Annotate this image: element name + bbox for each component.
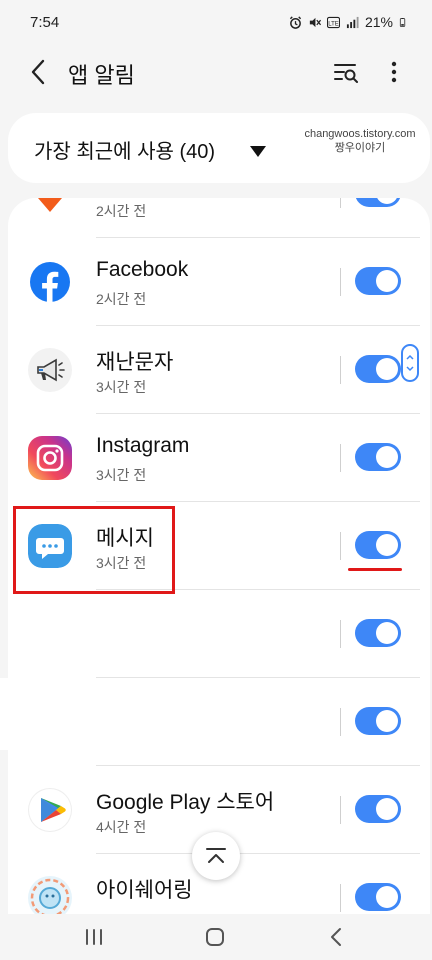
watermark-name: 짱우이야기 [334, 142, 386, 154]
navigation-bar [0, 914, 432, 960]
scroll-to-top-icon [206, 848, 226, 863]
toggle-knob [376, 534, 398, 556]
app-icon-partial [28, 198, 72, 216]
app-time: 2시간 전 [96, 291, 147, 307]
recents-icon [86, 929, 102, 945]
row-divider [340, 444, 341, 472]
row-divider [340, 708, 341, 736]
sort-selector[interactable]: 가장 최근에 사용 (40) changwoos.tistory.com 짱우이… [8, 113, 430, 183]
more-vert-icon [391, 61, 397, 83]
list-item-emergency-alerts[interactable]: 재난문자 3시간 전 [8, 326, 430, 414]
filter-search-icon [334, 64, 358, 83]
more-options-button[interactable] [380, 56, 408, 88]
app-name: Google Play 스토어 [96, 791, 275, 814]
row-divider [340, 198, 341, 208]
battery-percent: 21% [364, 14, 393, 30]
sort-label: 가장 최근에 사용 (40) [34, 141, 216, 163]
toggle-knob [376, 270, 398, 292]
app-name: Instagram [96, 434, 190, 457]
row-divider [340, 268, 341, 296]
home-button[interactable] [195, 923, 235, 951]
notification-toggle[interactable] [355, 795, 401, 823]
app-time: 3시간 전 [96, 467, 147, 483]
toggle-knob [376, 622, 398, 644]
notification-toggle[interactable] [355, 883, 401, 911]
app-time: 2시간 전 [96, 203, 147, 219]
toggle-knob [376, 446, 398, 468]
back-button[interactable] [22, 56, 54, 88]
recents-button[interactable] [74, 923, 114, 951]
notification-toggle[interactable] [355, 267, 401, 295]
notification-toggle[interactable] [355, 531, 401, 559]
list-item-partial[interactable]: 2시간 전 [8, 198, 430, 238]
toggle-knob [376, 198, 398, 204]
fast-scroll-handle[interactable] [401, 344, 419, 382]
row-divider [340, 884, 341, 912]
google-play-icon [28, 788, 72, 832]
status-time: 7:54 [30, 13, 60, 31]
svg-text:LTE: LTE [328, 21, 339, 27]
filter-search-button[interactable] [330, 56, 362, 88]
notification-toggle[interactable] [355, 198, 401, 207]
toggle-knob [376, 798, 398, 820]
row-divider [340, 356, 341, 384]
isharing-icon [28, 876, 72, 914]
notification-toggle[interactable] [355, 355, 401, 383]
watermark-url: changwoos.tistory.com [304, 128, 416, 140]
nav-back-icon [331, 928, 341, 946]
chevron-up-icon [406, 354, 414, 360]
instagram-icon [28, 436, 72, 480]
redacted-area [0, 678, 248, 750]
nav-back-button[interactable] [316, 923, 356, 951]
highlight-underline [348, 568, 402, 571]
app-time: 3시간 전 [96, 379, 147, 395]
notification-toggle[interactable] [355, 443, 401, 471]
toggle-knob [376, 358, 398, 380]
battery-icon [399, 17, 406, 27]
chevron-down-icon [406, 366, 414, 372]
volte-icon: LTE [326, 16, 340, 28]
app-bar: 앱 알림 [0, 48, 432, 96]
mute-icon [309, 17, 321, 27]
page-title: 앱 알림 [68, 63, 135, 88]
app-name: 아이쉐어링 [96, 879, 193, 902]
toggle-knob [376, 886, 398, 908]
alarm-icon [289, 15, 302, 29]
toggle-knob [376, 710, 398, 732]
app-name: Facebook [96, 258, 189, 281]
facebook-icon [28, 260, 72, 304]
caret-down-icon [250, 146, 266, 157]
list-item-instagram[interactable]: Instagram 3시간 전 [8, 414, 430, 502]
row-divider [340, 620, 341, 648]
redacted-area [20, 604, 208, 670]
row-divider [340, 796, 341, 824]
notification-toggle[interactable] [355, 619, 401, 647]
row-divider [340, 532, 341, 560]
status-bar: 7:54 LTE 21% [0, 0, 432, 44]
notification-toggle[interactable] [355, 707, 401, 735]
home-icon [206, 928, 224, 946]
megaphone-icon [28, 348, 72, 392]
list-item-facebook[interactable]: Facebook 2시간 전 [8, 238, 430, 326]
highlight-box [13, 506, 175, 594]
back-arrow-icon [31, 59, 45, 85]
status-icons: LTE 21% [289, 14, 408, 30]
scroll-to-top-button[interactable] [192, 832, 240, 880]
app-time: 4시간 전 [96, 819, 147, 835]
signal-icon [346, 16, 359, 28]
watermark: changwoos.tistory.com 짱우이야기 [298, 127, 422, 155]
app-name: 재난문자 [96, 351, 174, 374]
